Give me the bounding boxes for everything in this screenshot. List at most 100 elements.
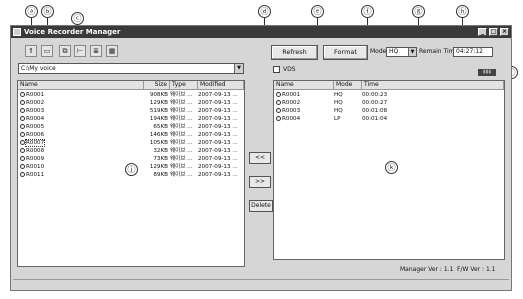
table-row[interactable]: R0003 HQ 00:01:08 [274,107,504,115]
file-modified: 2007-09-13 ... [198,116,238,122]
file-mode: HQ [334,92,343,98]
chevron-down-icon[interactable]: ▼ [234,64,243,73]
audio-file-icon [20,116,25,121]
column-header-type[interactable]: Type [170,81,198,90]
column-header-time[interactable]: Time [362,81,504,90]
column-header-modified[interactable]: Modified [198,81,244,90]
path-value: C:\My voice [21,65,56,72]
file-name-text: R0002 [26,100,45,106]
file-name-text: R0001 [282,92,301,98]
file-size: 32KB [153,148,168,154]
delete-button[interactable]: Delete [249,200,273,212]
path-dropdown[interactable]: C:\My voice ▼ [18,63,244,74]
close-button[interactable]: × [500,28,509,36]
file-modified: 2007-09-13 ... [198,156,238,162]
table-row[interactable]: R0008 32KB 웨이브 ... 2007-09-13 ... [18,147,244,155]
audio-file-icon [20,164,25,169]
column-header-mode[interactable]: Mode [334,81,362,90]
file-type: 웨이브 ... [170,100,193,106]
table-row[interactable]: R0006 146KB 웨이브 ... 2007-09-13 ... [18,131,244,139]
audio-file-icon [20,92,25,97]
audio-file-icon [20,108,25,113]
file-modified: 2007-09-13 ... [198,92,238,98]
file-name: R0005 [20,123,142,131]
file-type: 웨이브 ... [170,108,193,114]
copy-to-device-button[interactable]: >> [249,176,271,188]
file-type: 웨이브 ... [170,164,193,170]
folder-icon[interactable]: ▭ [41,45,53,57]
file-name-text: R0004 [26,116,45,122]
file-name-text: R0003 [26,108,45,114]
file-size: 146KB [149,132,168,138]
table-row[interactable]: R0005 65KB 웨이브 ... 2007-09-13 ... [18,123,244,131]
file-modified: 2007-09-13 ... [198,124,238,130]
window-title: Voice Recorder Manager [24,28,121,36]
column-header-name[interactable]: Name [274,81,334,90]
file-modified: 2007-09-13 ... [198,108,238,114]
callout-k: ⓚ [385,161,398,174]
table-row[interactable]: R0002 129KB 웨이브 ... 2007-09-13 ... [18,99,244,107]
device-file-list: Name Mode Time R0001 HQ 00:00:23 R0002 HQ 00:… [273,80,505,260]
file-type: 웨이브 ... [170,156,193,162]
audio-file-icon [276,116,281,121]
file-modified: 2007-09-13 ... [198,100,238,106]
file-name: R0004 [20,115,142,123]
mode-select[interactable]: HQ ▼ [386,47,417,57]
file-name: R0004 [276,115,334,123]
maximize-button[interactable]: □ [489,28,498,36]
copy-to-pc-button[interactable]: << [249,152,271,164]
table-row[interactable]: R0002 HQ 00:00:27 [274,99,504,107]
file-name: R0009 [20,155,142,163]
callout-f: ⓕ [361,5,374,18]
file-type: 웨이브 ... [170,124,193,130]
manager-version: Manager Ver : 1.1 [400,266,454,273]
callout-a: ⓐ [25,5,38,18]
file-size: 65KB [153,124,168,130]
tree-icon[interactable]: ⊢ [74,45,86,57]
file-name-text: R0004 [282,116,301,122]
column-header-size[interactable]: Size [144,81,170,90]
file-time: 00:00:23 [362,92,388,98]
table-row[interactable]: R0009 73KB 웨이브 ... 2007-09-13 ... [18,155,244,163]
list-icon[interactable]: ≣ [90,45,102,57]
column-header-name[interactable]: Name [18,81,144,90]
file-type: 웨이브 ... [170,132,193,138]
file-name-text: R0001 [26,92,45,98]
file-size: 194KB [149,116,168,122]
vds-label: VDS [283,66,296,73]
file-type: 웨이브 ... [170,140,193,146]
table-row[interactable]: R0007 105KB 웨이브 ... 2007-09-13 ... [18,139,244,147]
refresh-button[interactable]: Refresh [271,45,318,60]
file-modified: 2007-09-13 ... [198,164,238,170]
file-size: 105KB [149,140,168,146]
minimize-button[interactable]: _ [478,28,487,36]
file-name: R0003 [276,107,334,115]
file-name-text: R0002 [282,100,301,106]
table-row[interactable]: R0004 194KB 웨이브 ... 2007-09-13 ... [18,115,244,123]
file-modified: 2007-09-13 ... [198,140,238,146]
audio-file-icon [20,156,25,161]
file-time: 00:00:27 [362,100,388,106]
file-modified: 2007-09-13 ... [198,132,238,138]
remain-time-field: 04:27:12 [453,47,493,57]
table-row[interactable]: R0001 HQ 00:00:23 [274,91,504,99]
format-button[interactable]: Format [323,45,368,60]
audio-file-icon [20,132,25,137]
mode-label: Mode [370,48,387,55]
table-row[interactable]: R0003 519KB 웨이브 ... 2007-09-13 ... [18,107,244,115]
vds-checkbox[interactable] [273,66,280,73]
copy-icon[interactable]: ⧉ [59,45,71,57]
file-name-text: R0003 [282,108,301,114]
folder-up-icon[interactable]: ⇑ [25,45,37,57]
file-name: R0002 [20,99,142,107]
callout-h: ⓗ [456,5,469,18]
file-name: R0002 [276,99,334,107]
app-icon [13,28,21,36]
chevron-down-icon[interactable]: ▼ [408,48,416,56]
battery-icon: ▮▮▮ [478,69,496,76]
grid-icon[interactable]: ▦ [106,45,118,57]
file-name: R0003 [20,107,142,115]
table-row[interactable]: R0004 LP 00:01:04 [274,115,504,123]
audio-file-icon [276,92,281,97]
table-row[interactable]: R0001 908KB 웨이브 ... 2007-09-13 ... [18,91,244,99]
